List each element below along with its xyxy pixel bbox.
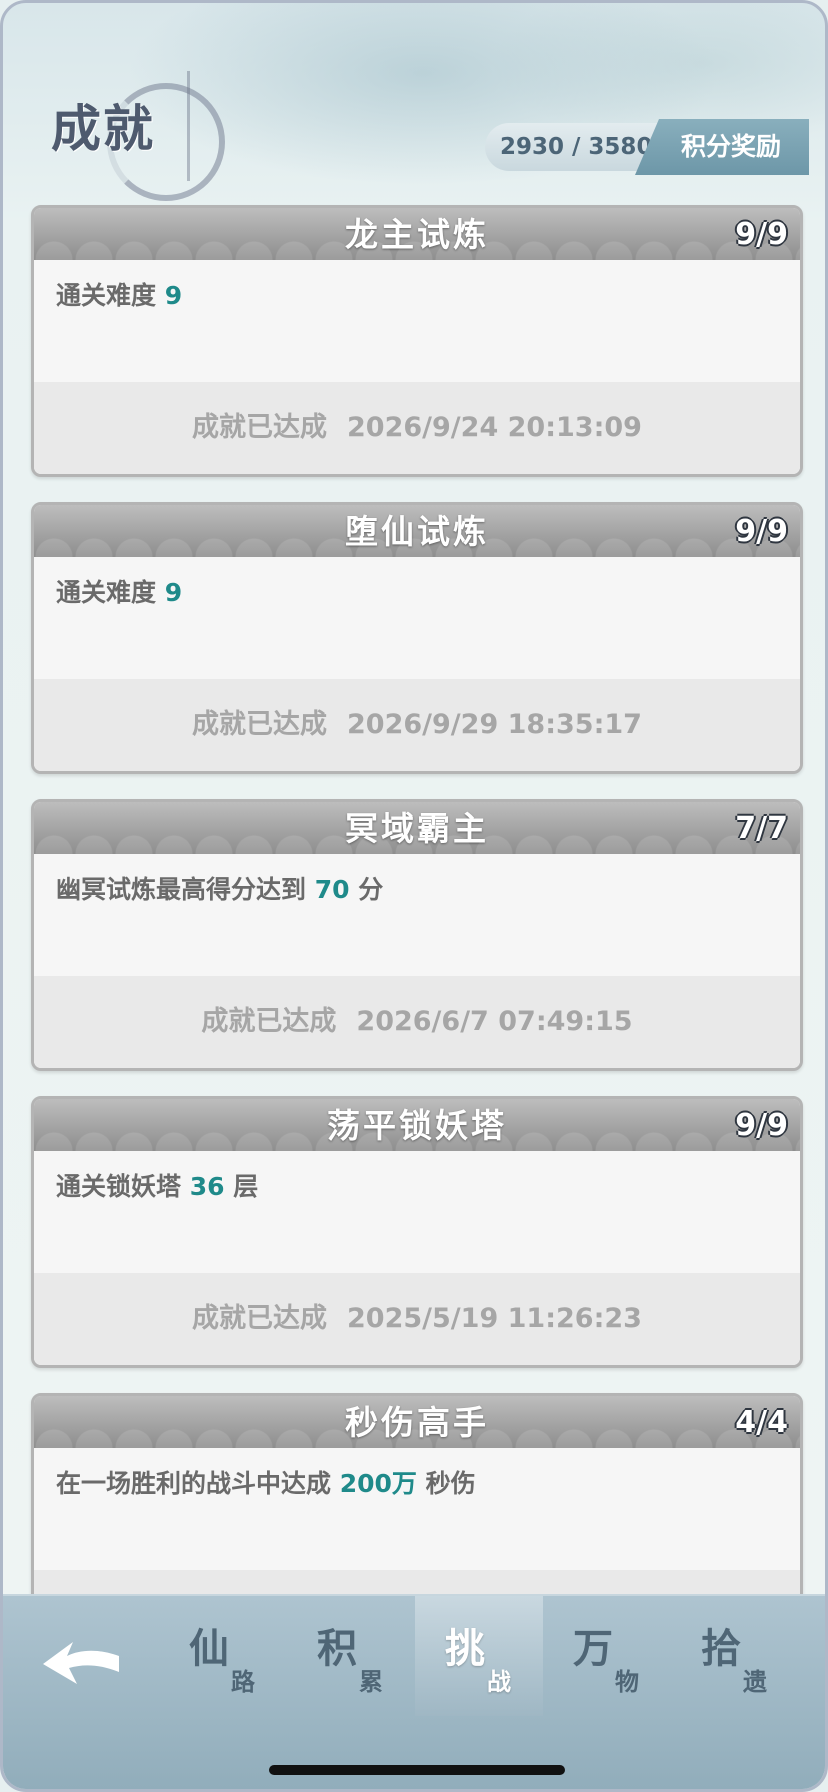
- card-header: 冥域霸主 7/7: [34, 802, 800, 854]
- card-header: 秒伤高手 4/4: [34, 1396, 800, 1448]
- card-description: 通关难度 9: [56, 276, 182, 312]
- card-progress: 9/9: [735, 1108, 788, 1143]
- desc-value: 36: [189, 1172, 225, 1201]
- card-progress: 9/9: [735, 514, 788, 549]
- desc-value: 70: [314, 875, 350, 904]
- page-title-emblem: 成就: [47, 65, 225, 201]
- tab-xianlu[interactable]: 仙 路: [159, 1596, 287, 1716]
- desc-text: 幽冥试炼最高得分达到: [56, 875, 315, 904]
- desc-value: 200万: [339, 1469, 417, 1498]
- card-progress: 4/4: [735, 1405, 788, 1440]
- tab-sublabel: 路: [231, 1667, 255, 1696]
- tab-label: 万: [573, 1625, 613, 1672]
- achievement-card: 堕仙试炼 9/9 通关难度 9 成就已达成 2026/9/29 18:35:17: [31, 502, 803, 774]
- card-description: 在一场胜利的战斗中达成 200万 秒伤: [56, 1464, 476, 1500]
- status-text: 成就已达成: [192, 1303, 328, 1334]
- header: 成就 2930 / 3580 积分奖励: [3, 3, 825, 203]
- card-title: 秒伤高手: [345, 1403, 489, 1442]
- card-title: 冥域霸主: [345, 809, 489, 848]
- tab-label: 积: [317, 1625, 357, 1672]
- card-footer: 成就已达成 2025/5/19 11:26:23: [34, 1273, 800, 1365]
- card-description: 幽冥试炼最高得分达到 70 分: [56, 870, 383, 906]
- desc-value: 9: [164, 281, 183, 310]
- card-footer: 成就已达成 2026/6/7 07:49:15: [34, 976, 800, 1068]
- home-indicator: [269, 1765, 565, 1775]
- achievement-list[interactable]: 龙主试炼 9/9 通关难度 9 成就已达成 2026/9/24 20:13:09 …: [31, 205, 803, 1690]
- status-text: 成就已达成: [192, 709, 328, 740]
- achieved-time: 2026/9/29 18:35:17: [347, 709, 642, 740]
- desc-suffix: 分: [349, 875, 384, 904]
- tab-tiaozhan[interactable]: 挑 战: [415, 1596, 543, 1716]
- desc-text: 通关锁妖塔: [56, 1172, 190, 1201]
- card-title: 龙主试炼: [345, 215, 489, 254]
- card-header: 荡平锁妖塔 9/9: [34, 1099, 800, 1151]
- desc-suffix: 层: [224, 1172, 259, 1201]
- tab-shiyi[interactable]: 拾 遗: [671, 1596, 799, 1716]
- card-description: 通关难度 9: [56, 573, 182, 609]
- status-text: 成就已达成: [192, 412, 328, 443]
- card-title: 荡平锁妖塔: [327, 1106, 507, 1145]
- desc-text: 通关难度: [56, 578, 165, 607]
- card-header: 龙主试炼 9/9: [34, 208, 800, 260]
- achieved-time: 2025/5/19 11:26:23: [347, 1303, 642, 1334]
- page-title: 成就: [51, 99, 155, 158]
- achieved-time: 2026/6/7 07:49:15: [356, 1006, 633, 1037]
- tab-jilei[interactable]: 积 累: [287, 1596, 415, 1716]
- tab-sublabel: 战: [487, 1667, 511, 1696]
- bottom-nav: 仙 路 积 累 挑 战 万 物 拾 遗: [3, 1594, 825, 1789]
- achievement-card: 冥域霸主 7/7 幽冥试炼最高得分达到 70 分 成就已达成 2026/6/7 0…: [31, 799, 803, 1071]
- points-reward-button[interactable]: 积分奖励: [635, 119, 809, 175]
- card-progress: 9/9: [735, 217, 788, 252]
- achievement-screen: 成就 2930 / 3580 积分奖励 龙主试炼 9/9 通关难度 9 成就已达…: [0, 0, 828, 1792]
- tab-wanwu[interactable]: 万 物: [543, 1596, 671, 1716]
- achieved-time: 2026/9/24 20:13:09: [347, 412, 642, 443]
- desc-text: 通关难度: [56, 281, 165, 310]
- card-description: 通关锁妖塔 36 层: [56, 1167, 258, 1203]
- back-arrow-icon: [43, 1642, 119, 1684]
- card-title: 堕仙试炼: [345, 512, 489, 551]
- desc-suffix: 秒伤: [416, 1469, 476, 1498]
- tab-sublabel: 遗: [743, 1667, 767, 1696]
- title-line-decoration: [187, 71, 190, 181]
- desc-text: 在一场胜利的战斗中达成: [56, 1469, 340, 1498]
- card-header: 堕仙试炼 9/9: [34, 505, 800, 557]
- card-footer: 成就已达成 2026/9/24 20:13:09: [34, 382, 800, 474]
- tab-sublabel: 累: [359, 1667, 383, 1696]
- tab-label: 拾: [701, 1625, 741, 1672]
- status-text: 成就已达成: [201, 1006, 337, 1037]
- desc-value: 9: [164, 578, 183, 607]
- card-footer: 成就已达成 2026/9/29 18:35:17: [34, 679, 800, 771]
- tab-sublabel: 物: [615, 1667, 639, 1696]
- tab-label: 仙: [189, 1625, 229, 1672]
- back-button[interactable]: [37, 1626, 127, 1696]
- achievement-card: 龙主试炼 9/9 通关难度 9 成就已达成 2026/9/24 20:13:09: [31, 205, 803, 477]
- achievement-card: 荡平锁妖塔 9/9 通关锁妖塔 36 层 成就已达成 2025/5/19 11:2…: [31, 1096, 803, 1368]
- card-progress: 7/7: [735, 811, 788, 846]
- tab-label: 挑: [445, 1625, 485, 1672]
